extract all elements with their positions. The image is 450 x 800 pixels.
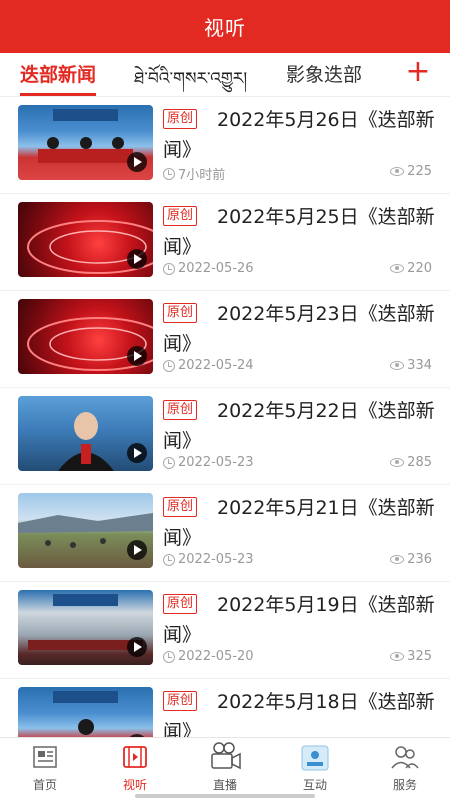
views-text: 236 xyxy=(407,552,432,567)
publish-time: 2022-05-23 xyxy=(163,552,254,567)
interact-icon xyxy=(301,745,329,771)
time-text: 7小时前 xyxy=(178,168,226,183)
nav-label: 服务 xyxy=(392,778,417,792)
list-item[interactable]: 2022年5月21日《迭部新闻》 原创 2022-05-23 236 xyxy=(0,485,450,582)
original-badge: 原创 xyxy=(163,497,198,517)
tab-diebu-news[interactable]: 迭部新闻 xyxy=(20,60,97,96)
clock-icon xyxy=(163,167,175,180)
list-item[interactable]: 2022年5月26日《迭部新闻》 原创 7小时前 225 xyxy=(0,97,450,194)
publish-time: 2022-05-23 xyxy=(163,455,254,470)
video-thumbnail[interactable] xyxy=(18,202,153,277)
clock-icon xyxy=(163,262,175,275)
tab-image-diebu[interactable]: 影象迭部 xyxy=(286,60,362,87)
original-badge: 原创 xyxy=(163,206,198,226)
list-item[interactable]: 2022年5月23日《迭部新闻》 原创 2022-05-24 334 xyxy=(0,291,450,388)
eye-icon xyxy=(390,652,405,661)
time-text: 2022-05-24 xyxy=(178,358,254,373)
nav-label: 互动 xyxy=(302,778,327,792)
nav-live[interactable]: 直播 xyxy=(180,738,270,800)
list-item[interactable]: 2022年5月22日《迭部新闻》 原创 2022-05-23 285 xyxy=(0,388,450,485)
time-text: 2022-05-23 xyxy=(178,455,254,470)
original-badge: 原创 xyxy=(163,303,198,323)
time-text: 2022-05-23 xyxy=(178,552,254,567)
original-badge: 原创 xyxy=(163,594,198,614)
original-badge: 原创 xyxy=(163,109,198,129)
video-thumbnail[interactable] xyxy=(18,396,153,471)
eye-icon xyxy=(390,555,405,564)
play-icon xyxy=(127,637,147,657)
eye-icon xyxy=(390,264,405,273)
video-title[interactable]: 2022年5月22日《迭部新闻》 xyxy=(163,396,435,456)
people-icon xyxy=(391,746,419,769)
eye-icon xyxy=(390,458,405,467)
newspaper-icon xyxy=(33,746,57,768)
camera-icon xyxy=(211,742,241,770)
video-title[interactable]: 2022年5月25日《迭部新闻》 xyxy=(163,202,435,262)
list-item[interactable]: 2022年5月25日《迭部新闻》 原创 2022-05-26 220 xyxy=(0,194,450,291)
clock-icon xyxy=(163,650,175,663)
home-indicator[interactable] xyxy=(135,794,315,798)
video-title[interactable]: 2022年5月19日《迭部新闻》 xyxy=(163,590,435,650)
nav-label: 首页 xyxy=(32,778,57,792)
video-thumbnail[interactable] xyxy=(18,493,153,568)
time-text: 2022-05-26 xyxy=(178,261,254,276)
play-icon xyxy=(127,346,147,366)
video-title[interactable]: 2022年5月18日《迭部新闻》 xyxy=(163,687,435,737)
play-icon xyxy=(127,443,147,463)
play-icon xyxy=(127,152,147,172)
film-icon xyxy=(123,746,147,768)
eye-icon xyxy=(390,167,405,176)
top-bar: 视听 xyxy=(0,0,450,53)
page-title: 视听 xyxy=(204,16,246,40)
nav-home[interactable]: 首页 xyxy=(0,738,90,800)
views-text: 334 xyxy=(407,358,432,373)
original-badge: 原创 xyxy=(163,400,198,420)
list-item[interactable]: 2022年5月19日《迭部新闻》 原创 2022-05-20 325 xyxy=(0,582,450,679)
publish-time: 7小时前 xyxy=(163,164,225,183)
list-item[interactable]: 2022年5月18日《迭部新闻》 原创 xyxy=(0,679,450,737)
nav-label: 视听 xyxy=(122,778,147,792)
video-list: 2022年5月26日《迭部新闻》 原创 7小时前 225 2022年5月25日《… xyxy=(0,97,450,737)
eye-icon xyxy=(390,361,405,370)
nav-label: 直播 xyxy=(212,778,237,792)
publish-time: 2022-05-20 xyxy=(163,649,254,664)
view-count: 225 xyxy=(390,164,432,179)
time-text: 2022-05-20 xyxy=(178,649,254,664)
bottom-nav: 首页 视听 直播 互动 服务 xyxy=(0,737,450,800)
thumbnail-image xyxy=(53,691,118,735)
view-count: 285 xyxy=(390,455,432,470)
clock-icon xyxy=(163,553,175,566)
video-thumbnail[interactable] xyxy=(18,299,153,374)
video-title[interactable]: 2022年5月21日《迭部新闻》 xyxy=(163,493,435,553)
play-icon xyxy=(127,249,147,269)
video-title[interactable]: 2022年5月26日《迭部新闻》 xyxy=(163,105,435,165)
video-thumbnail[interactable] xyxy=(18,105,153,180)
view-count: 334 xyxy=(390,358,432,373)
publish-time: 2022-05-26 xyxy=(163,261,254,276)
clock-icon xyxy=(163,359,175,372)
clock-icon xyxy=(163,456,175,469)
views-text: 225 xyxy=(407,164,432,179)
original-badge: 原创 xyxy=(163,691,198,711)
add-channel-button[interactable]: + xyxy=(404,57,432,87)
video-thumbnail[interactable] xyxy=(18,687,153,737)
nav-interact[interactable]: 互动 xyxy=(270,738,360,800)
view-count: 236 xyxy=(390,552,432,567)
views-text: 220 xyxy=(407,261,432,276)
view-count: 220 xyxy=(390,261,432,276)
nav-service[interactable]: 服务 xyxy=(360,738,450,800)
views-text: 325 xyxy=(407,649,432,664)
nav-audiovisual[interactable]: 视听 xyxy=(90,738,180,800)
views-text: 285 xyxy=(407,455,432,470)
play-icon xyxy=(127,540,147,560)
category-tabs: 迭部新闻 ཐེ་བོའི་གསར་འགྱུར། 影象迭部 xyxy=(0,53,450,97)
video-thumbnail[interactable] xyxy=(18,590,153,665)
video-title[interactable]: 2022年5月23日《迭部新闻》 xyxy=(163,299,435,359)
view-count: 325 xyxy=(390,649,432,664)
publish-time: 2022-05-24 xyxy=(163,358,254,373)
